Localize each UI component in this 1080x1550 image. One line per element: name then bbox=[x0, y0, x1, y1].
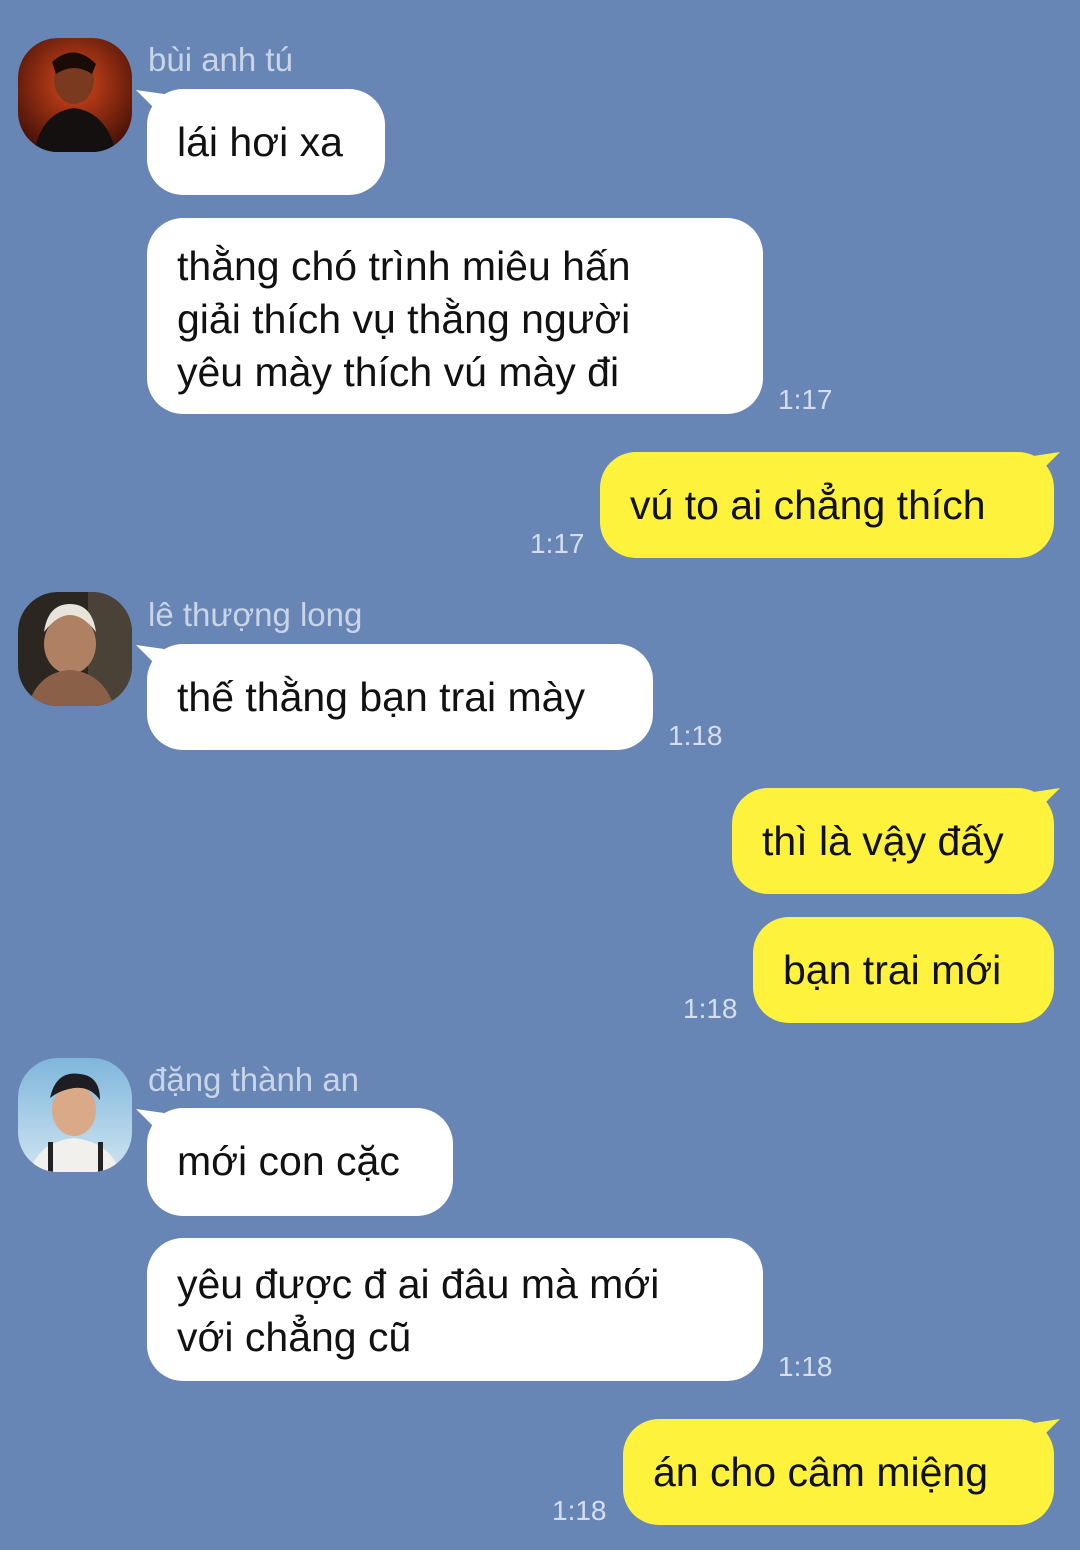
sender-avatar-bui-anh-tu[interactable] bbox=[18, 38, 132, 152]
message-time: 1:18 bbox=[683, 993, 738, 1024]
message-time: 1:18 bbox=[668, 720, 723, 751]
avatar-icon bbox=[18, 38, 132, 152]
message-bubble-incoming[interactable]: thằng chó trình miêu hấn giải thích vụ t… bbox=[147, 218, 763, 414]
message-time: 1:18 bbox=[552, 1495, 607, 1526]
message-bubble-incoming[interactable]: yêu được đ ai đâu mà mới với chẳng cũ bbox=[147, 1238, 763, 1381]
sender-avatar-dang-thanh-an[interactable] bbox=[18, 1058, 132, 1172]
message-bubble-incoming[interactable]: thế thằng bạn trai mày bbox=[147, 644, 653, 750]
message-time: 1:18 bbox=[778, 1351, 833, 1382]
sender-avatar-le-thuong-long[interactable] bbox=[18, 592, 132, 706]
message-bubble-outgoing[interactable]: án cho câm miệng bbox=[623, 1419, 1054, 1525]
message-bubble-outgoing[interactable]: bạn trai mới bbox=[753, 917, 1054, 1023]
message-bubble-outgoing[interactable]: vú to ai chẳng thích bbox=[600, 452, 1054, 558]
message-bubble-outgoing[interactable]: thì là vậy đấy bbox=[732, 788, 1054, 894]
sender-name: đặng thành an bbox=[148, 1061, 360, 1098]
sender-name: lê thượng long bbox=[148, 596, 363, 633]
message-time: 1:17 bbox=[530, 528, 585, 559]
message-bubble-incoming[interactable]: mới con cặc bbox=[147, 1108, 453, 1216]
sender-name: bùi anh tú bbox=[148, 41, 293, 78]
avatar-icon bbox=[18, 1058, 132, 1172]
avatar-icon bbox=[18, 592, 132, 706]
message-bubble-incoming[interactable]: lái hơi xa bbox=[147, 89, 385, 195]
message-time: 1:17 bbox=[778, 384, 833, 415]
